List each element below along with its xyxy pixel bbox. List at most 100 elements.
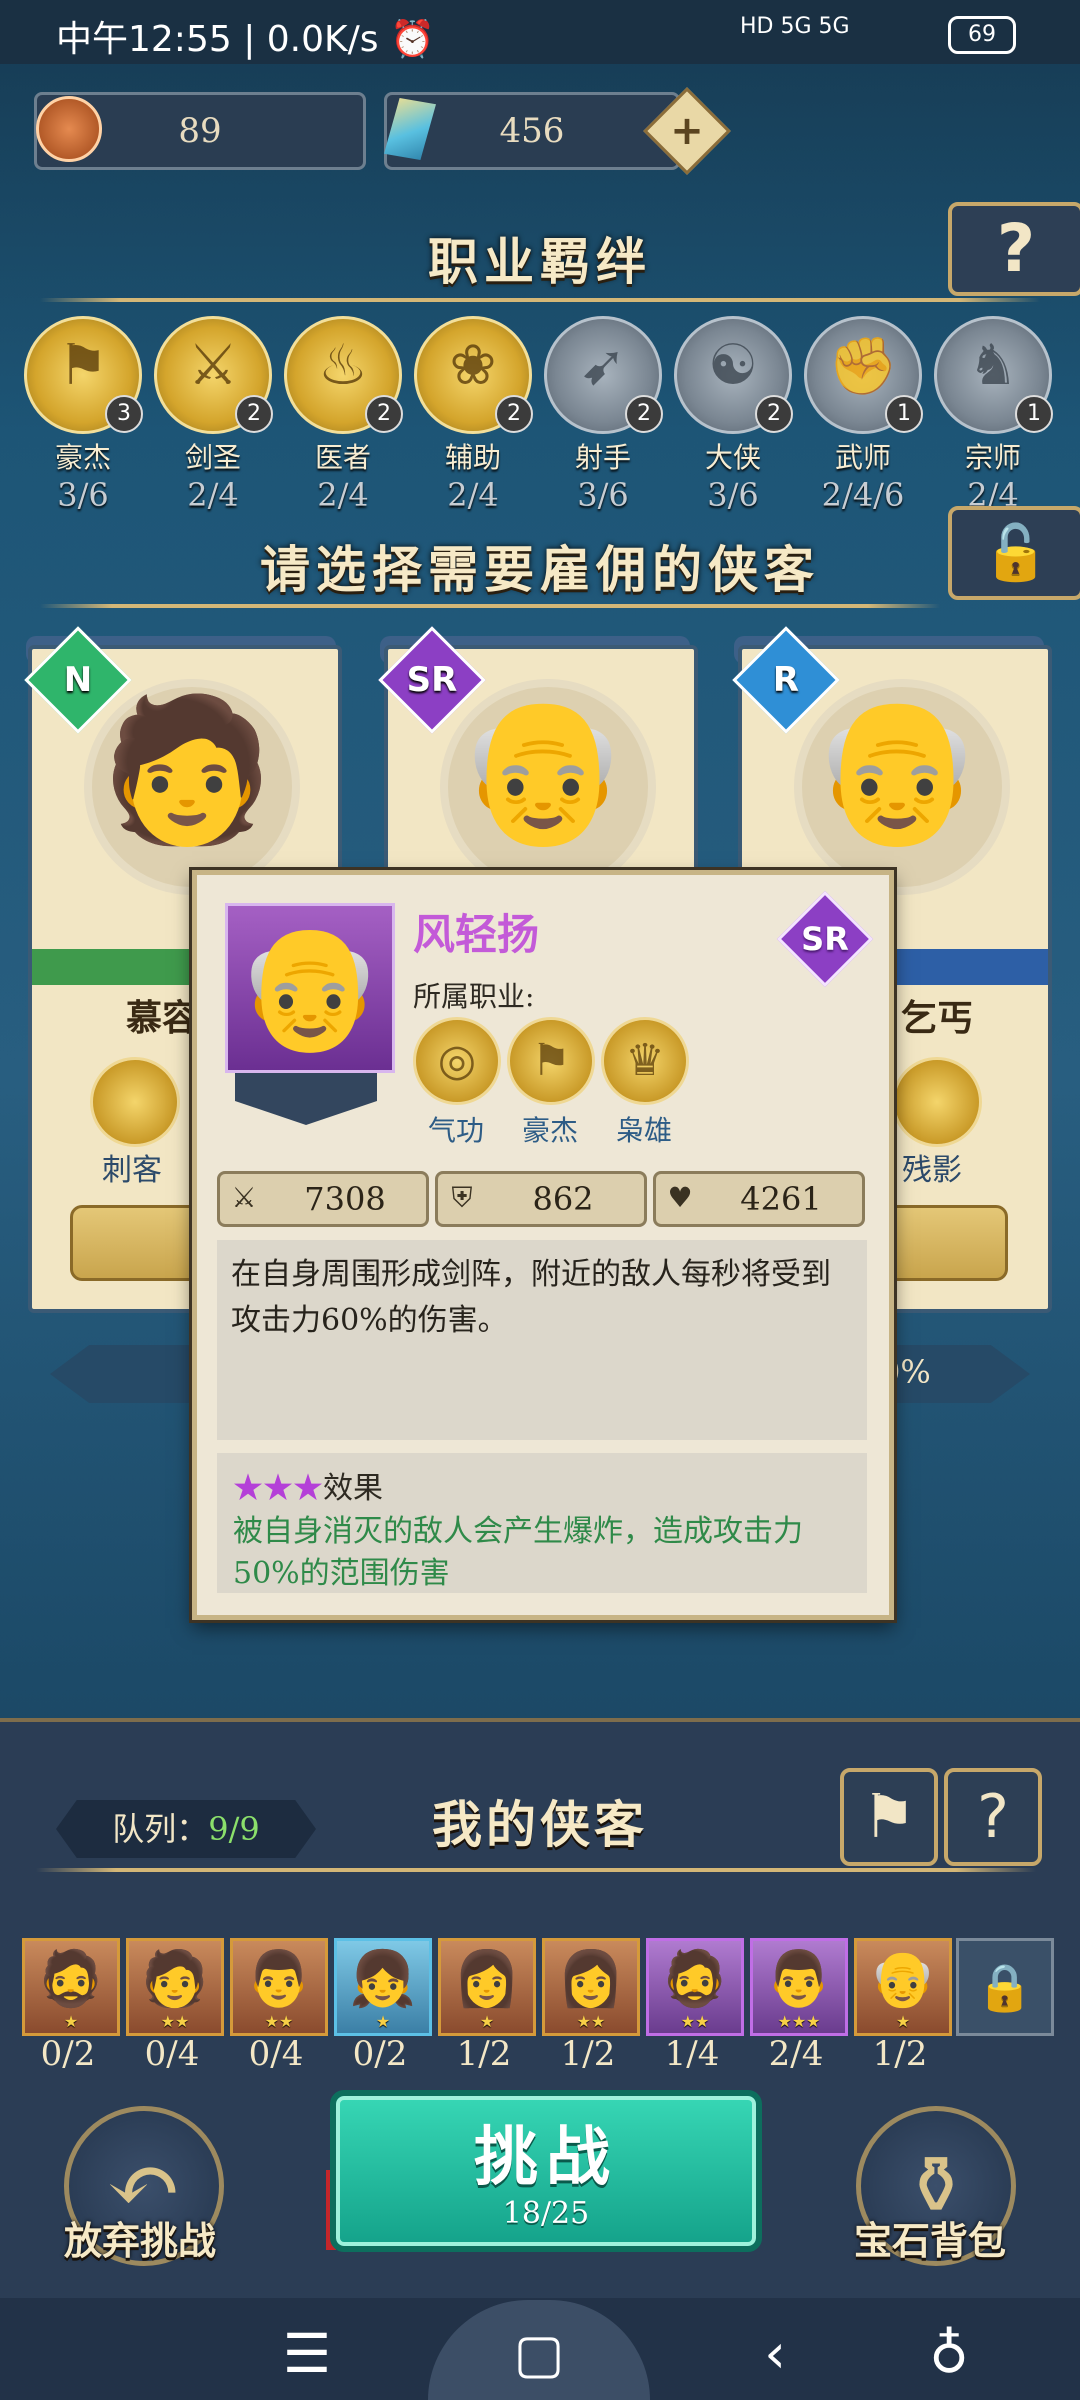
star-rating: ★: [375, 2012, 391, 2031]
hero-avatar: 🧔: [661, 1947, 729, 2010]
star-rating: ★★: [264, 2012, 294, 2031]
hero-slot[interactable]: 👧 ★: [334, 1938, 432, 2036]
bond-progress: 2/4/6: [821, 476, 905, 514]
job-qigong[interactable]: ◎ 气功: [413, 1017, 501, 1149]
bond-name: 豪杰: [54, 441, 111, 474]
star-rating: ★★★: [777, 2012, 821, 2031]
star-effect: ★★★效果 被自身消灭的敌人会产生爆炸，造成攻击力50%的范围伤害: [217, 1453, 867, 1593]
bond-icon: ✊ 1: [804, 316, 923, 434]
back-icon[interactable]: ‹: [730, 2322, 820, 2385]
bond-progress: 3/6: [707, 476, 759, 514]
jobs-label: 所属职业:: [413, 980, 535, 1013]
bond-5[interactable]: ☯ 2 大侠 3/6: [674, 316, 793, 514]
bond-icon: ☯ 2: [674, 316, 793, 434]
bond-icon: ❀ 2: [414, 316, 533, 434]
skill-name: 残影: [902, 1153, 962, 1188]
job-xiaoxiong[interactable]: ♛ 枭雄: [601, 1017, 689, 1149]
hero-count: 2/4: [768, 2034, 824, 2074]
heart-icon: ♥: [667, 1181, 693, 1214]
bond-count: 2: [495, 395, 533, 433]
bond-name: 射手: [574, 441, 631, 474]
hero-slot[interactable]: 👨 ★★: [230, 1938, 328, 2036]
hero-avatar: 🧑: [141, 1947, 209, 2010]
skill-icon: [892, 1057, 982, 1147]
star-icons: ★★★: [233, 1471, 323, 1506]
hire-title: 请选择需要雇佣的侠客: [260, 540, 820, 599]
hero-slot[interactable]: 🧔 ★★: [646, 1938, 744, 2036]
hero-avatar: 👩: [557, 1947, 625, 2010]
job-haojie[interactable]: ⚑ 豪杰: [507, 1017, 595, 1149]
hero-figure: 👴: [809, 689, 985, 852]
lock-icon: 🔒: [976, 1960, 1034, 2014]
bond-0[interactable]: ⚑ 3 豪杰 3/6: [24, 316, 143, 514]
hero-slot[interactable]: 🧔 ★: [22, 1938, 120, 2036]
question-icon: ?: [977, 1782, 1009, 1852]
bond-count: 2: [755, 395, 793, 433]
bond-name: 医者: [314, 441, 371, 474]
bonds-help-button[interactable]: ?: [948, 202, 1080, 296]
bond-4[interactable]: ➹ 2 射手 3/6: [544, 316, 663, 514]
team-help-button[interactable]: ?: [944, 1768, 1042, 1866]
bond-icon: ➹ 2: [544, 316, 663, 434]
hero-slot[interactable]: 👨 ★★★: [750, 1938, 848, 2036]
bond-progress: 2/4: [317, 476, 369, 514]
bond-6[interactable]: ✊ 1 武师 2/4/6: [804, 316, 923, 514]
formation-flag-button[interactable]: ⚑: [840, 1768, 938, 1866]
bonds-title: 职业羁绊: [428, 232, 652, 291]
hero-slot[interactable]: 🧑 ★★: [126, 1938, 224, 2036]
bond-count: 1: [885, 395, 923, 433]
hero-figure: 👴: [455, 689, 631, 852]
bond-1[interactable]: ⚔ 2 剑圣 2/4: [154, 316, 273, 514]
plus-icon: +: [670, 108, 704, 154]
abandon-label: 放弃挑战: [63, 2218, 216, 2263]
hero-name: 风轻扬: [413, 910, 540, 959]
hero-detail-popup[interactable]: 👴 风轻扬 SR 所属职业: ◎ 气功 ⚑ 豪杰 ♛ 枭雄 ⚔ 7308 ⛨ 8…: [192, 870, 894, 1620]
star-rating: ★: [63, 2012, 79, 2031]
menu-icon[interactable]: ☰: [262, 2322, 352, 2385]
hero-count: 0/2: [352, 2034, 408, 2074]
bond-progress: 2/4: [447, 476, 499, 514]
divider: [40, 298, 1040, 302]
bond-name: 辅助: [444, 441, 501, 474]
crown-icon: ♛: [601, 1017, 689, 1105]
hero-count: 1/2: [560, 2034, 616, 2074]
hero-slot[interactable]: 👩 ★★: [542, 1938, 640, 2036]
locked-slot[interactable]: 🔒: [956, 1938, 1054, 2036]
coin-icon: [36, 96, 102, 162]
battery-icon: 69: [948, 16, 1016, 54]
bond-progress: 2/4: [187, 476, 239, 514]
divider: [40, 604, 940, 608]
flag-icon: ⚑: [862, 1782, 916, 1852]
bond-icon: ⚔ 2: [154, 316, 273, 434]
challenge-button[interactable]: 挑战 18/25: [330, 2090, 762, 2252]
bond-count: 2: [365, 395, 403, 433]
star-rating: ★: [479, 2012, 495, 2031]
assistant-icon[interactable]: ♁: [904, 2322, 994, 2385]
bond-count: 1: [1015, 395, 1053, 433]
hero-count: 1/2: [456, 2034, 512, 2074]
hero-slot[interactable]: 👴 ★: [854, 1938, 952, 2036]
hero-count: 1/2: [872, 2034, 928, 2074]
bond-2[interactable]: ♨ 2 医者 2/4: [284, 316, 403, 514]
bond-7[interactable]: ♞ 1 宗师 2/4: [934, 316, 1053, 514]
skill-icon: [90, 1057, 180, 1147]
hero-avatar: 🧔: [37, 1947, 105, 2010]
hp-stat: ♥ 4261: [653, 1171, 865, 1227]
bond-name: 大侠: [704, 441, 761, 474]
bond-count: 2: [625, 395, 663, 433]
hero-slot[interactable]: 👩 ★: [438, 1938, 536, 2036]
star-rating: ★★: [160, 2012, 190, 2031]
rarity-badge: SR: [776, 890, 874, 988]
bond-icon: ⚑ 3: [24, 316, 143, 434]
shield-icon: ⛨: [451, 1181, 473, 1214]
signal-indicators: HD 5G 5G: [740, 14, 850, 39]
bond-3[interactable]: ❀ 2 辅助 2/4: [414, 316, 533, 514]
lock-refresh-button[interactable]: 🔓: [948, 506, 1080, 600]
bond-name: 宗师: [964, 441, 1021, 474]
hero-figure: 🧑: [99, 689, 275, 852]
home-icon[interactable]: ▢: [494, 2322, 584, 2385]
bond-progress: 3/6: [57, 476, 109, 514]
bond-icon: ♞ 1: [934, 316, 1053, 434]
bond-count: 2: [235, 395, 273, 433]
hero-count: 0/4: [144, 2034, 200, 2074]
